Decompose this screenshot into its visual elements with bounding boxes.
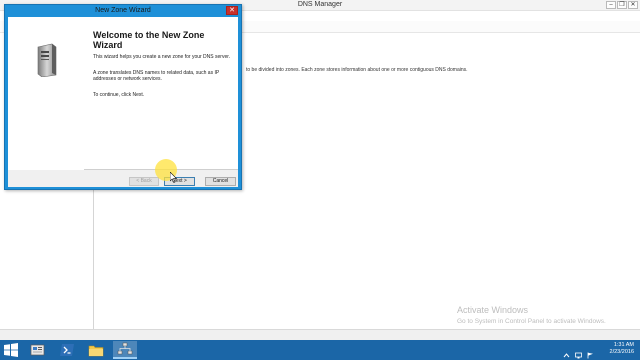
minimize-button[interactable]: – — [606, 1, 616, 9]
taskbar-file-explorer[interactable] — [84, 341, 108, 359]
wizard-side-panel — [8, 17, 84, 170]
server-manager-icon — [30, 344, 45, 356]
wizard-continue-instruction: To continue, click Next. — [93, 92, 145, 98]
new-zone-wizard-dialog: New Zone Wizard ✕ Welcome to the New Zon… — [4, 4, 242, 190]
taskbar-clock[interactable]: 1:31 AM 2/23/2016 — [610, 342, 634, 356]
dns-manager-icon — [117, 342, 133, 355]
cancel-button[interactable]: Cancel — [205, 177, 236, 186]
clock-date: 2/23/2016 — [609, 349, 634, 355]
file-explorer-icon — [88, 345, 104, 357]
wizard-zone-explanation-text: A zone translates DNS names to related d… — [93, 70, 220, 82]
maximize-button[interactable]: ❐ — [617, 1, 627, 9]
wizard-title: New Zone Wizard — [95, 7, 151, 14]
flag-icon[interactable] — [587, 346, 594, 359]
mouse-pointer-icon — [170, 172, 178, 183]
taskbar-server-manager[interactable] — [26, 341, 50, 359]
system-tray — [563, 346, 594, 359]
wizard-heading: Welcome to the New Zone Wizard — [93, 30, 205, 50]
mmc-window-controls: – ❐ ✕ — [606, 1, 638, 9]
activation-watermark-title: Activate Windows — [457, 305, 529, 315]
taskbar-dns-manager[interactable] — [113, 341, 137, 359]
network-icon[interactable] — [575, 346, 582, 359]
start-icon[interactable] — [3, 343, 19, 357]
mmc-status-bar — [0, 329, 640, 340]
wizard-close-button[interactable]: ✕ — [226, 6, 238, 15]
close-button[interactable]: ✕ — [628, 1, 638, 9]
taskbar: 1:31 AM 2/23/2016 — [0, 340, 640, 360]
clock-time: 1:31 AM — [613, 342, 634, 348]
wizard-intro-text: This wizard helps you create a new zone … — [93, 54, 231, 60]
wizard-welcome-page: Welcome to the New Zone Wizard This wiza… — [8, 17, 238, 170]
back-button[interactable]: < Back — [129, 177, 159, 186]
powershell-icon — [60, 344, 74, 356]
server-tower-icon — [37, 43, 57, 77]
wizard-body: Welcome to the New Zone Wizard This wiza… — [8, 17, 238, 187]
zone-description-text: to be divided into zones. Each zone stor… — [246, 67, 468, 73]
tray-arrow-icon[interactable] — [563, 346, 570, 358]
taskbar-powershell[interactable] — [55, 341, 79, 359]
activation-watermark-subtitle: Go to System in Control Panel to activat… — [457, 318, 606, 325]
